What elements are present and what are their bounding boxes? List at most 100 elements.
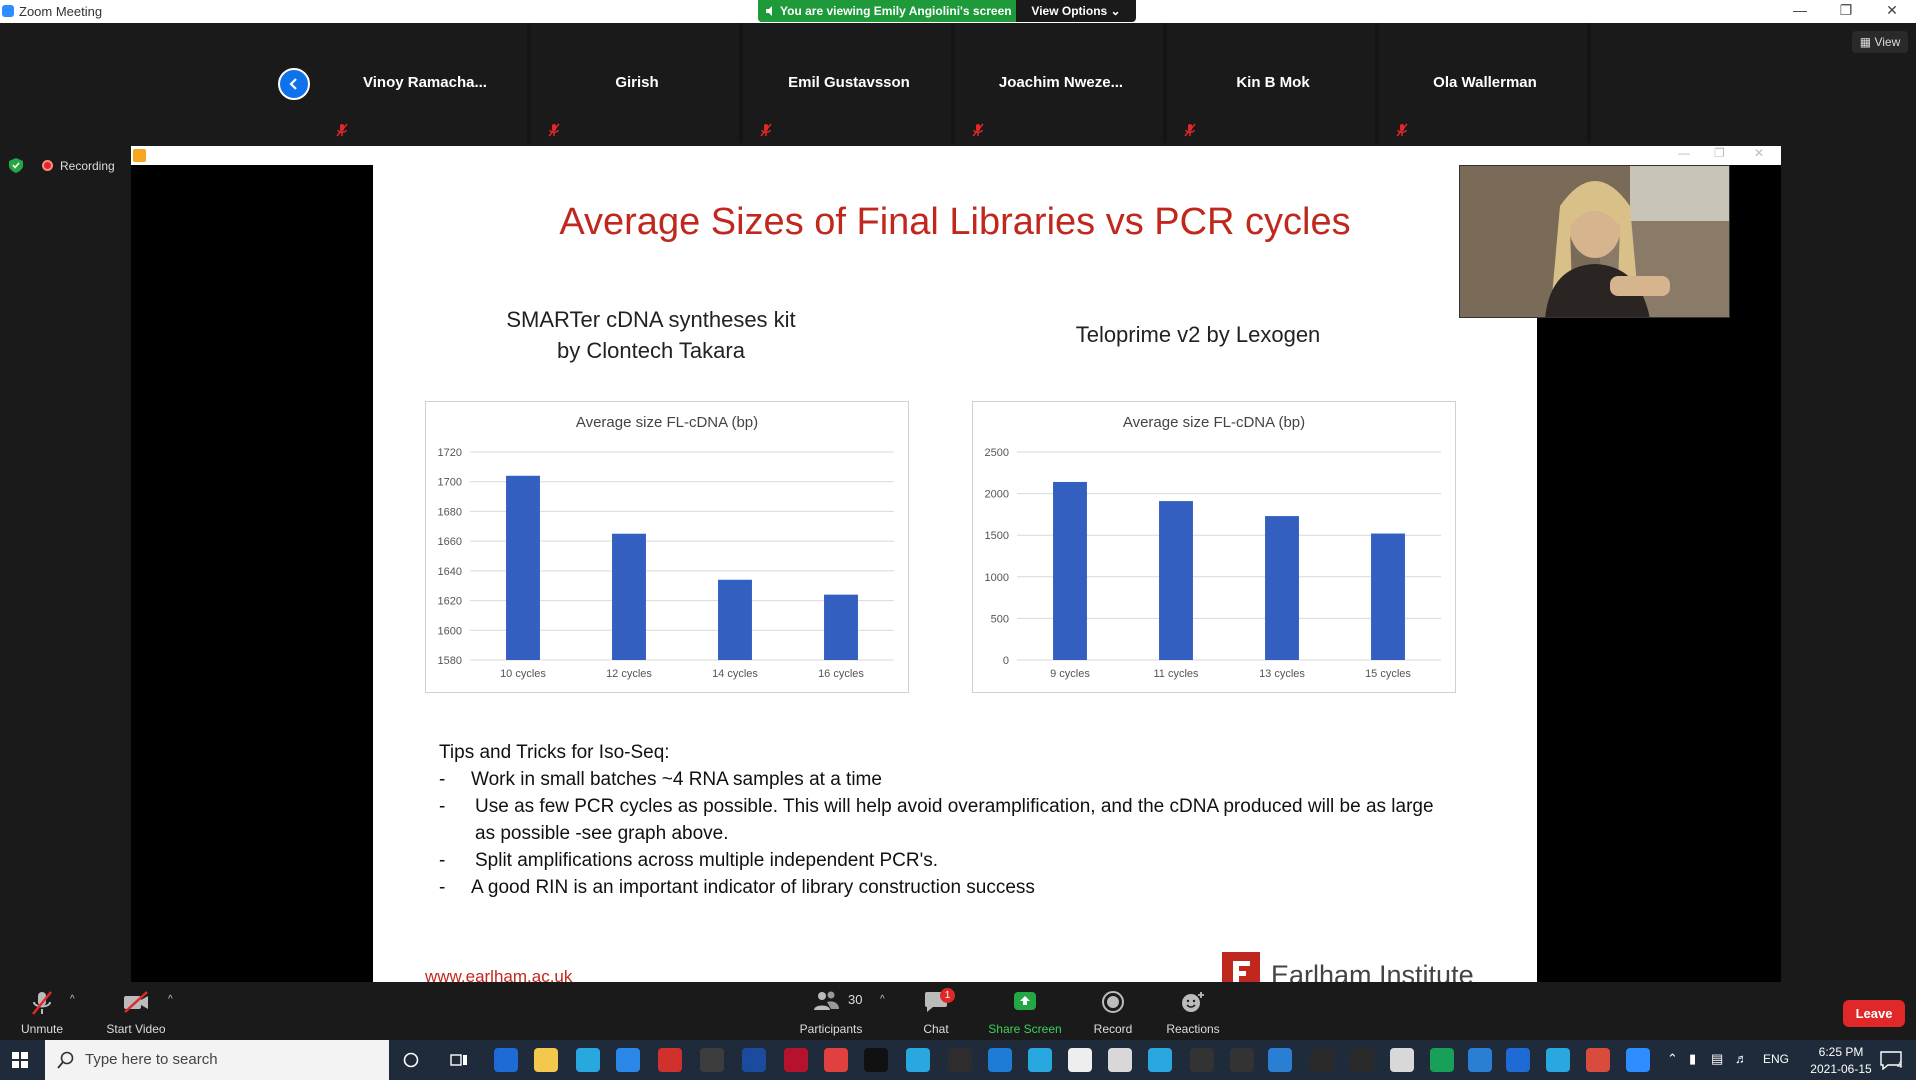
minimize-icon[interactable]: — [1780,2,1820,20]
task-view-icon[interactable] [450,1052,468,1068]
tip-item: - Split amplifications across multiple in… [439,847,1434,874]
participants-count: 30 [848,992,863,1007]
app-icon[interactable] [988,1048,1012,1072]
presenter-video[interactable] [1459,165,1730,318]
search-icon [57,1051,74,1069]
y-tick-label: 1500 [985,530,1009,542]
file-explorer-icon[interactable] [534,1048,558,1072]
left-kit-title: SMARTer cDNA syntheses kit by Clontech T… [486,304,816,366]
recording-dot-icon [42,160,53,171]
notification-count: 4 [1897,1060,1903,1071]
close-icon[interactable]: ✕ [1872,2,1912,20]
view-options-button[interactable]: View Options ⌄ [1016,0,1136,22]
app-icon[interactable] [1108,1048,1132,1072]
y-tick-label: 500 [991,613,1009,625]
leave-button[interactable]: Leave [1843,1000,1905,1027]
language-indicator[interactable]: ENG [1763,1052,1789,1066]
grid-icon: ▦ [1859,35,1875,49]
participant-tile[interactable]: Girish [535,23,743,143]
share-banner: You are viewing Emily Angiolini's screen… [758,0,1136,22]
chevron-up-icon[interactable]: ⌃ [1667,1051,1678,1067]
participant-tile[interactable]: Ola Wallerman [1383,23,1591,143]
github-desktop-icon[interactable] [1230,1048,1254,1072]
participants-button[interactable]: Participants [796,982,866,1040]
graduation-cap-icon[interactable] [864,1048,888,1072]
left-kit-line2: by Clontech Takara [557,338,745,363]
participants-label: Participants [799,1022,863,1036]
tip-item: - Use as few PCR cycles as possible. This… [439,793,1434,820]
participant-tile[interactable]: Joachim Nweze... [959,23,1167,143]
windows-start-icon[interactable] [12,1052,28,1068]
r-studio-icon[interactable] [1506,1048,1530,1072]
participant-name: Vinoy Ramacha... [363,74,487,91]
participant-tile[interactable]: Vinoy Ramacha... [323,23,531,143]
previous-page-button[interactable] [278,68,310,100]
app-icon[interactable] [1468,1048,1492,1072]
app-icon[interactable] [1390,1048,1414,1072]
taskbar-search-box[interactable]: Type here to search [45,1040,389,1080]
start-video-button[interactable]: Start Video [100,982,172,1040]
bar [1265,516,1299,660]
browser-icon[interactable] [1546,1048,1570,1072]
app-icon[interactable] [1350,1048,1374,1072]
cortana-icon[interactable] [403,1052,419,1068]
browser-icon[interactable] [576,1048,600,1072]
edge-legacy-icon[interactable] [494,1048,518,1072]
view-layout-button[interactable]: ▦ View [1852,31,1908,53]
tip-item: - A good RIN is an important indicator of… [439,874,1434,901]
encryption-shield-icon[interactable] [9,158,23,173]
gu-app-icon[interactable] [948,1048,972,1072]
participant-tile[interactable]: Kin B Mok [1171,23,1379,143]
share-screen-icon [1014,992,1036,1010]
speaker-icon [766,6,772,16]
window-title: Zoom Meeting [19,4,103,19]
browser-icon[interactable] [1028,1048,1052,1072]
chat-button[interactable]: 1 Chat [910,982,962,1040]
left-chart: Average size FL-cDNA (bp) 1580 1600 1620 16… [425,401,909,693]
app-icon[interactable] [824,1048,848,1072]
y-tick-label: 0 [1003,655,1009,667]
y-tick-label: 1580 [438,655,462,667]
bar [718,579,752,660]
windows-taskbar: Type here to search ⌃ ▮ ▤ ♬ ENG 6:25 PM … [0,1040,1916,1080]
participants-options-caret[interactable]: ^ [880,994,885,1005]
video-options-caret[interactable]: ^ [168,994,173,1005]
word-icon[interactable] [1310,1048,1334,1072]
participant-tile[interactable]: Emil Gustavsson [747,23,955,143]
x-tick-label: 11 cycles [1153,668,1199,680]
unmute-button[interactable]: Unmute [12,982,72,1040]
edge-icon[interactable] [1430,1048,1454,1072]
participant-name: Joachim Nweze... [998,74,1124,91]
right-kit-line1: Teloprime v2 by Lexogen [1075,322,1321,347]
security-app-icon[interactable] [742,1048,766,1072]
pdf-reader-icon[interactable] [658,1048,682,1072]
start-video-label: Start Video [106,1022,166,1036]
bar [1159,501,1193,660]
y-tick-label: 2500 [985,447,1009,459]
restore-icon[interactable]: ❐ [1826,2,1866,20]
onenote-red-icon[interactable] [784,1048,808,1072]
zoom-taskbar-icon[interactable] [1626,1048,1650,1072]
battery-icon[interactable]: ▮ [1689,1051,1696,1067]
browser-icon[interactable] [906,1048,930,1072]
recording-label[interactable]: Recording [60,159,115,173]
window-app-icon[interactable] [1268,1048,1292,1072]
record-button[interactable]: Record [1086,982,1140,1040]
unmute-label: Unmute [20,1022,64,1036]
right-chart-plot: 0 500 1000 1500 2000 2500 9 cycles 11 cycles 13 … [985,447,1441,680]
network-app-icon[interactable] [616,1048,640,1072]
share-screen-button[interactable]: Share Screen [986,982,1064,1040]
network-icon[interactable]: ▤ [1711,1051,1723,1067]
active-app-icon[interactable] [1586,1048,1610,1072]
wikipedia-icon[interactable] [1068,1048,1092,1072]
taskbar-clock[interactable]: 6:25 PM 2021-06-15 [1806,1044,1876,1078]
reactions-button[interactable]: Reactions [1162,982,1224,1040]
video-off-icon [124,991,148,1013]
app-icon[interactable] [700,1048,724,1072]
tips-heading: Tips and Tricks for Iso-Seq: [439,742,670,763]
reactions-label: Reactions [1166,1022,1220,1036]
github-icon[interactable] [1190,1048,1214,1072]
audio-options-caret[interactable]: ^ [70,994,75,1005]
volume-icon[interactable]: ♬ [1735,1051,1748,1066]
browser-icon[interactable] [1148,1048,1172,1072]
